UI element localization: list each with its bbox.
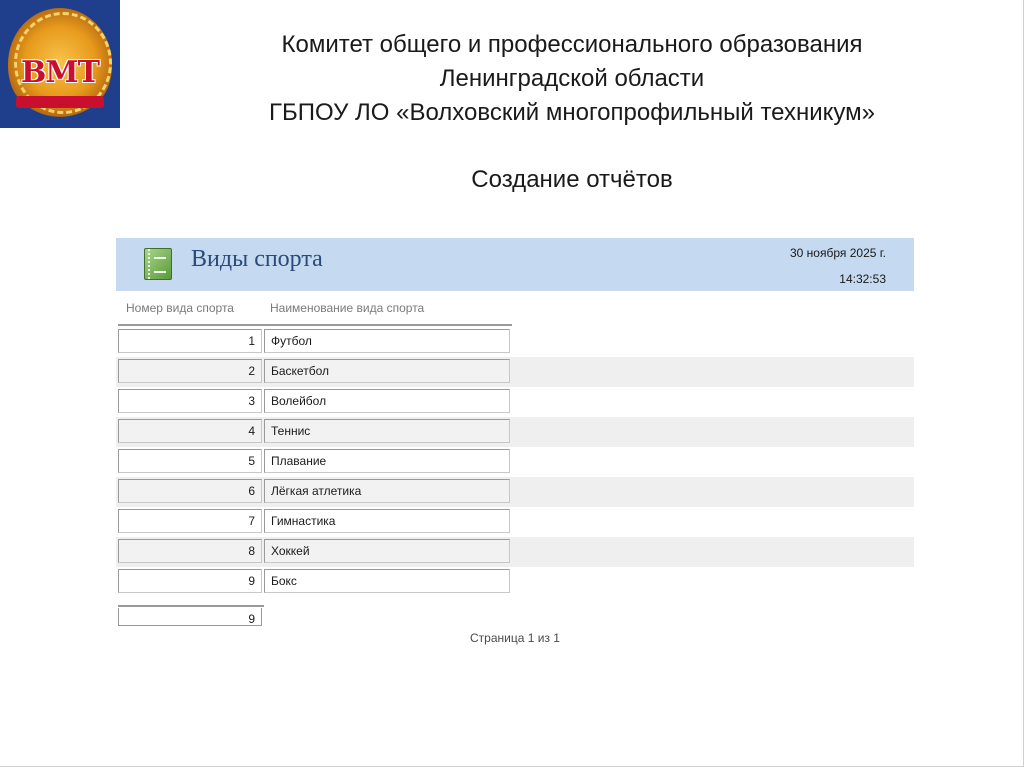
row-number-cell[interactable]: 3: [118, 389, 262, 413]
table-row: 3 Волейбол: [116, 387, 914, 417]
slide-heading: Комитет общего и профессионального образ…: [120, 28, 1024, 130]
row-name-cell[interactable]: Теннис: [264, 419, 510, 443]
table-row: 6 Лёгкая атлетика: [116, 477, 914, 507]
table-row: 1 Футбол: [116, 327, 914, 357]
section-title: Создание отчётов: [471, 166, 673, 193]
report-time: 14:32:53: [839, 272, 886, 286]
heading-line-2: Ленинградской области: [439, 65, 705, 92]
report-view: Виды спорта 30 ноября 2025 г. 14:32:53 Н…: [116, 238, 914, 597]
row-number-cell[interactable]: 7: [118, 509, 262, 533]
total-divider: [118, 605, 264, 607]
table-row: 8 Хоккей: [116, 537, 914, 567]
page-number: Страница 1 из 1: [470, 631, 560, 645]
row-number-cell[interactable]: 9: [118, 569, 262, 593]
report-date: 30 ноября 2025 г.: [790, 246, 886, 260]
heading-line-1: Комитет общего и профессионального образ…: [281, 31, 863, 58]
table-row: 9 Бокс: [116, 567, 914, 597]
row-name-cell[interactable]: Лёгкая атлетика: [264, 479, 510, 503]
report-rows: 1 Футбол 2 Баскетбол 3 Волейбол 4 Теннис…: [116, 327, 914, 597]
report-title: Виды спорта: [191, 246, 323, 272]
header-divider: [118, 324, 512, 326]
report-icon: [144, 248, 172, 280]
row-number-cell[interactable]: 6: [118, 479, 262, 503]
row-number-cell[interactable]: 2: [118, 359, 262, 383]
row-name-cell[interactable]: Бокс: [264, 569, 510, 593]
column-headers: Номер вида спорта Наименование вида спор…: [116, 291, 914, 327]
emblem-text: ВМТ: [21, 55, 100, 90]
row-name-cell[interactable]: Хоккей: [264, 539, 510, 563]
row-name-cell[interactable]: Плавание: [264, 449, 510, 473]
row-number-cell[interactable]: 1: [118, 329, 262, 353]
row-name-cell[interactable]: Футбол: [264, 329, 510, 353]
record-count-total[interactable]: 9: [118, 608, 262, 626]
heading-line-3: ГБПОУ ЛО «Волховский многопрофильный тех…: [268, 99, 875, 126]
column-header-name: Наименование вида спорта: [270, 301, 425, 315]
table-row: 2 Баскетбол: [116, 357, 914, 387]
report-header: Виды спорта 30 ноября 2025 г. 14:32:53: [116, 238, 914, 291]
emblem-ribbon: [16, 96, 104, 108]
row-name-cell[interactable]: Гимнастика: [264, 509, 510, 533]
row-name-cell[interactable]: Волейбол: [264, 389, 510, 413]
row-number-cell[interactable]: 4: [118, 419, 262, 443]
row-number-cell[interactable]: 5: [118, 449, 262, 473]
college-emblem-icon: ВМТ: [0, 0, 120, 128]
row-name-cell[interactable]: Баскетбол: [264, 359, 510, 383]
row-number-cell[interactable]: 8: [118, 539, 262, 563]
table-row: 5 Плавание: [116, 447, 914, 477]
column-header-number: Номер вида спорта: [126, 301, 234, 315]
table-row: 4 Теннис: [116, 417, 914, 447]
table-row: 7 Гимнастика: [116, 507, 914, 537]
